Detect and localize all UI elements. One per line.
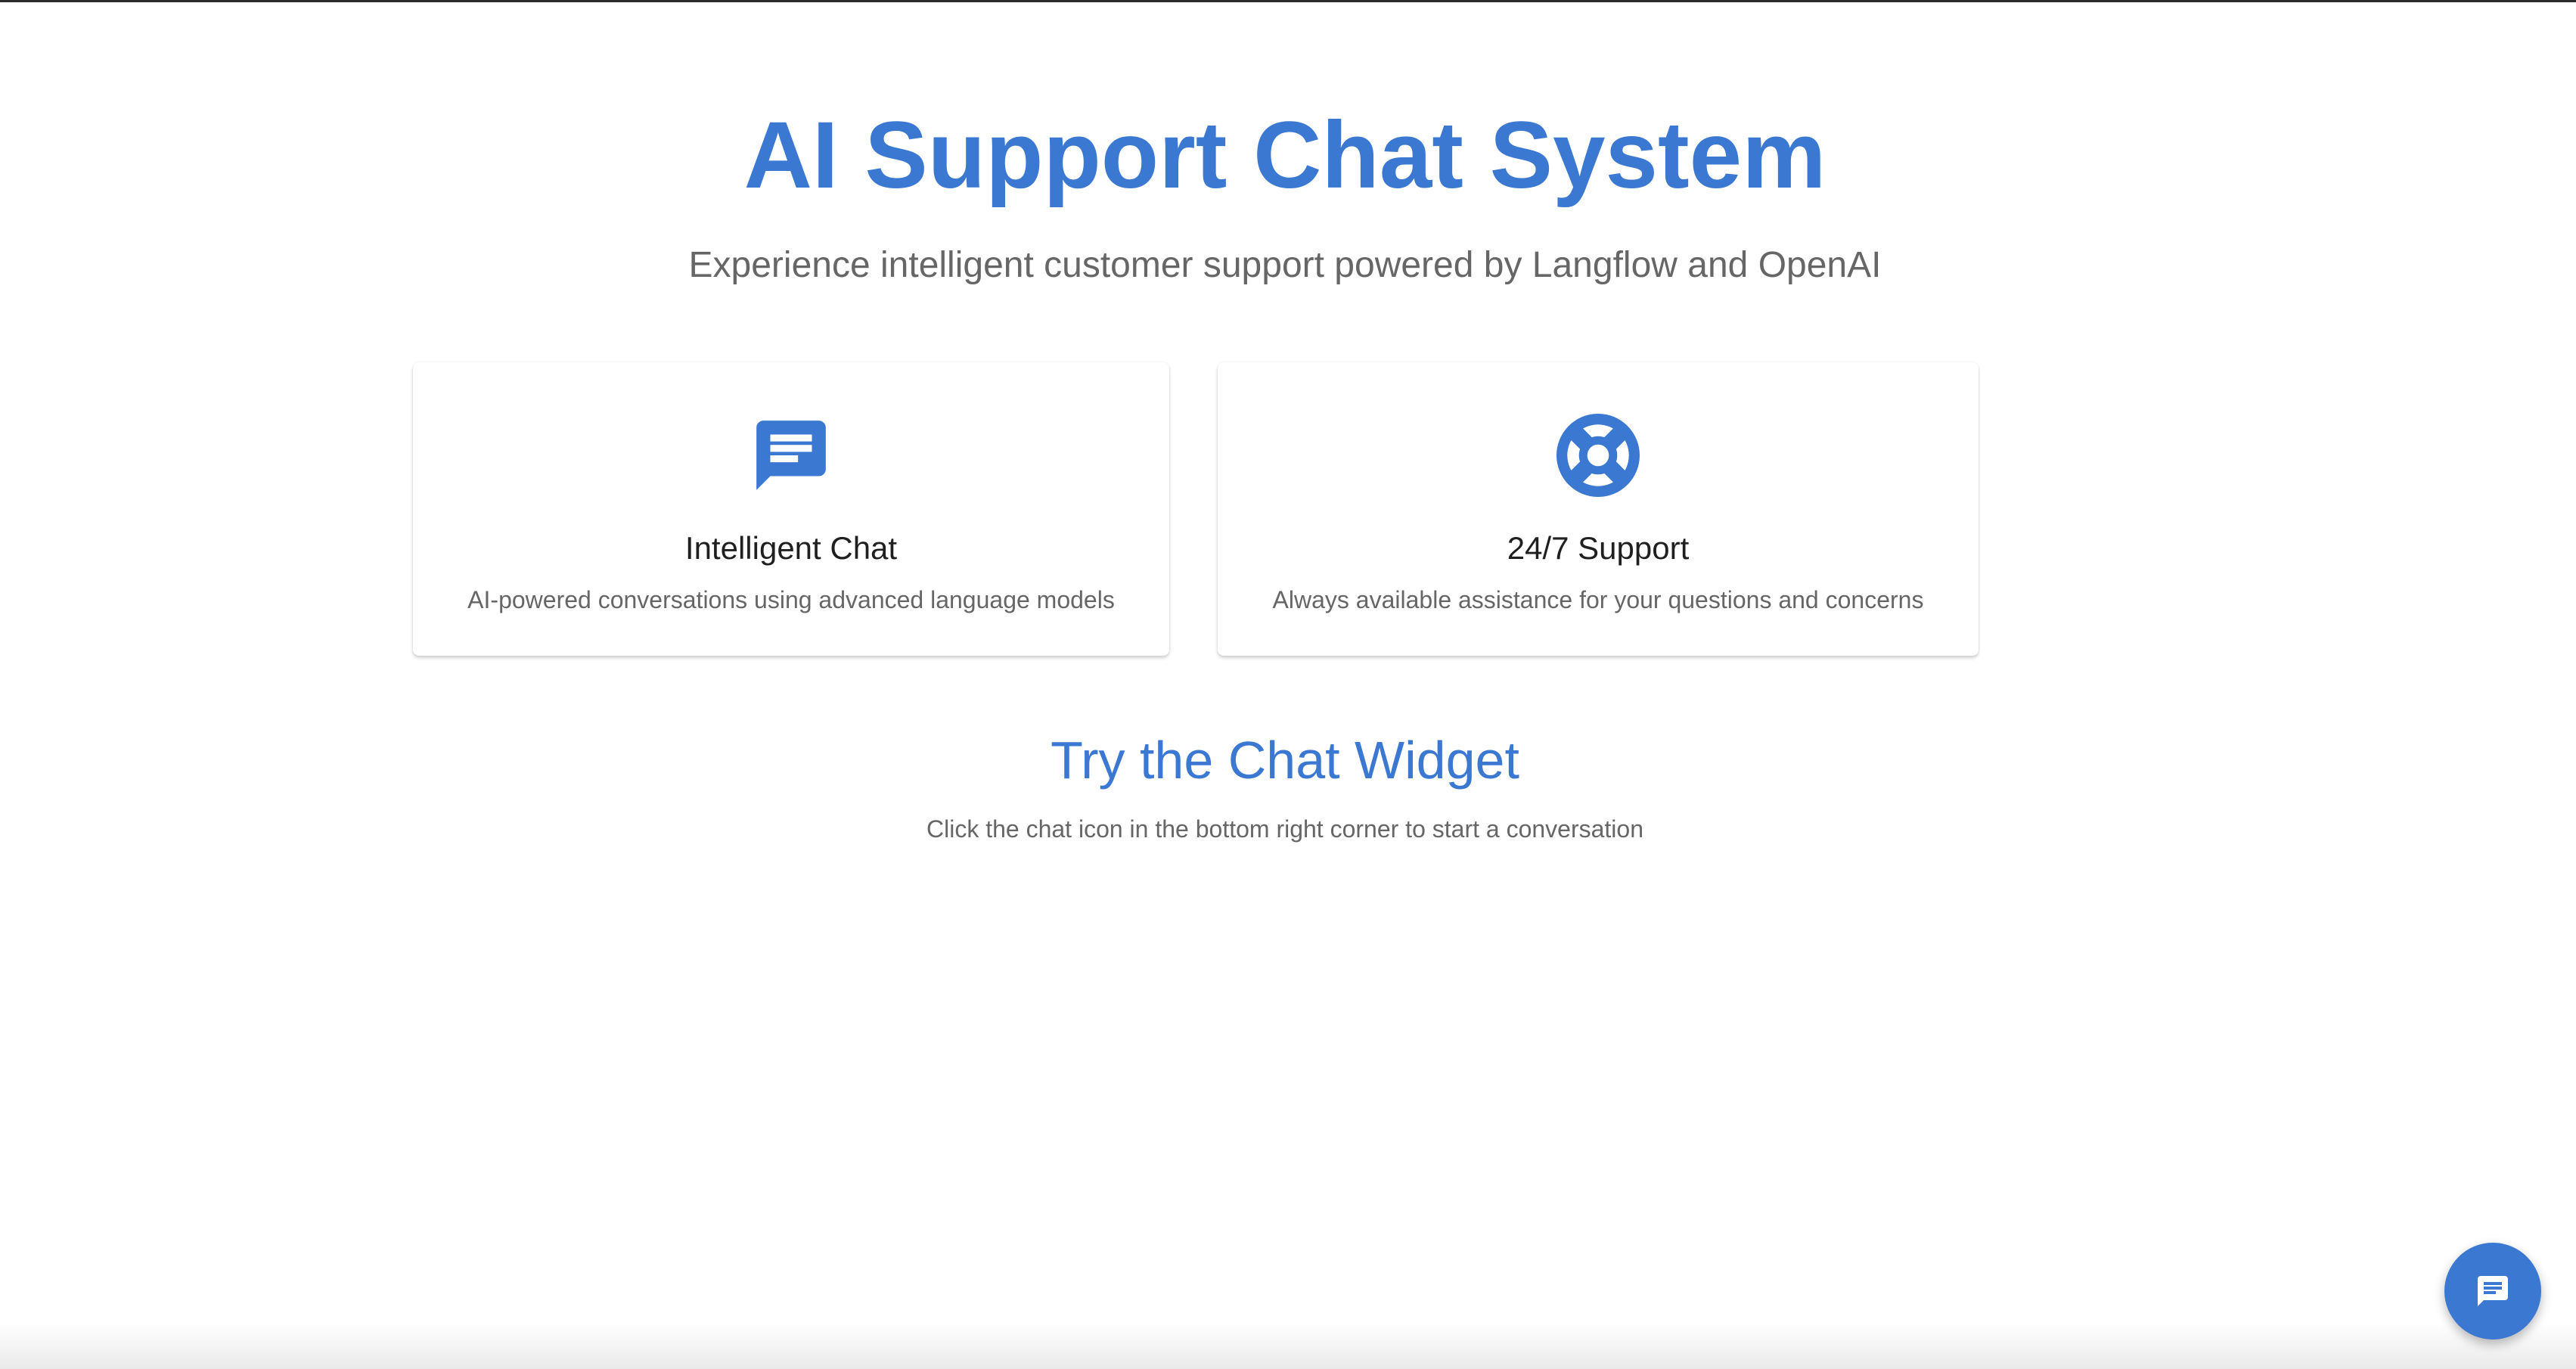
- try-widget-instructions: Click the chat icon in the bottom right …: [926, 815, 1643, 843]
- feature-description: AI-powered conversations using advanced …: [467, 586, 1115, 613]
- page-subtitle: Experience intelligent customer support …: [688, 245, 1882, 285]
- feature-title: 24/7 Support: [1507, 530, 1690, 566]
- lifebuoy-icon: [1556, 414, 1640, 497]
- feature-card-support: 24/7 Support Always available assistance…: [1218, 362, 1979, 656]
- try-widget-heading: Try the Chat Widget: [1051, 731, 1519, 790]
- page-title: AI Support Chat System: [743, 103, 1826, 208]
- feature-description: Always available assistance for your que…: [1272, 586, 1924, 613]
- chat-bubble-icon: [750, 414, 833, 497]
- bottom-shadow: [0, 1324, 2576, 1369]
- feature-card-intelligent-chat: Intelligent Chat AI-powered conversation…: [413, 362, 1169, 656]
- feature-title: Intelligent Chat: [684, 530, 898, 566]
- chat-bubble-icon: [2475, 1273, 2511, 1309]
- landing-page: AI Support Chat System Experience intell…: [0, 0, 2576, 1369]
- chat-widget-button[interactable]: [2444, 1243, 2541, 1340]
